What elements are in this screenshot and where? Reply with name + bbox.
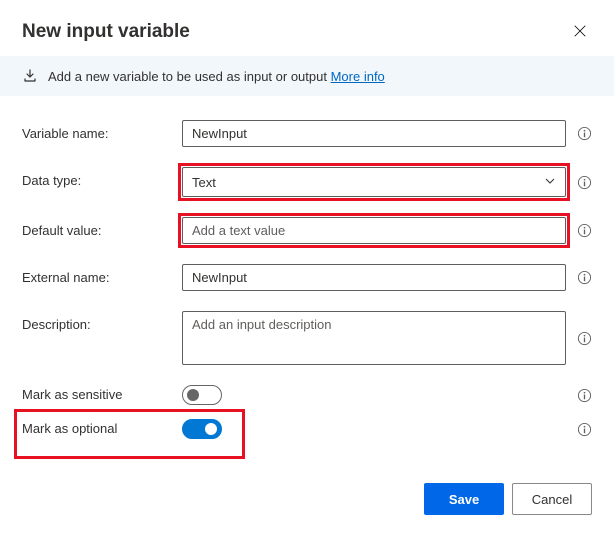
row-sensitive: Mark as sensitive <box>22 385 592 405</box>
toggle-knob <box>187 389 199 401</box>
mark-optional-toggle[interactable] <box>182 419 222 439</box>
row-optional: Mark as optional <box>22 419 592 439</box>
info-icon[interactable] <box>576 330 592 346</box>
close-button[interactable] <box>568 20 592 44</box>
close-icon <box>573 24 587 41</box>
default-value-input[interactable] <box>182 217 566 244</box>
label-variable-name: Variable name: <box>22 120 182 141</box>
info-icon[interactable] <box>576 387 592 403</box>
label-default-value: Default value: <box>22 217 182 238</box>
info-icon[interactable] <box>576 270 592 286</box>
import-icon <box>22 68 38 84</box>
label-external-name: External name: <box>22 264 182 285</box>
description-input[interactable] <box>182 311 566 365</box>
row-default-value: Default value: <box>22 217 592 244</box>
data-type-value: Text <box>192 175 216 190</box>
more-info-link[interactable]: More info <box>331 69 385 84</box>
info-icon[interactable] <box>576 421 592 437</box>
data-type-select[interactable]: Text <box>182 167 566 197</box>
cancel-button[interactable]: Cancel <box>512 483 592 515</box>
external-name-input[interactable] <box>182 264 566 291</box>
label-optional: Mark as optional <box>22 419 182 436</box>
save-button[interactable]: Save <box>424 483 504 515</box>
label-description: Description: <box>22 311 182 332</box>
label-data-type: Data type: <box>22 167 182 188</box>
dialog-title: New input variable <box>22 21 190 43</box>
info-bar: Add a new variable to be used as input o… <box>0 56 614 96</box>
row-external-name: External name: <box>22 264 592 291</box>
mark-sensitive-toggle[interactable] <box>182 385 222 405</box>
info-icon[interactable] <box>576 126 592 142</box>
label-sensitive: Mark as sensitive <box>22 385 182 402</box>
info-icon[interactable] <box>576 174 592 190</box>
variable-name-input[interactable] <box>182 120 566 147</box>
dialog-header: New input variable <box>0 0 614 56</box>
row-data-type: Data type: Text <box>22 167 592 197</box>
toggle-knob <box>205 423 217 435</box>
info-bar-text: Add a new variable to be used as input o… <box>48 69 385 84</box>
row-variable-name: Variable name: <box>22 120 592 147</box>
row-description: Description: <box>22 311 592 365</box>
info-icon[interactable] <box>576 223 592 239</box>
dialog-footer: Save Cancel <box>0 469 614 537</box>
form-body: Variable name: Data type: Text <box>0 96 614 469</box>
new-input-variable-dialog: New input variable Add a new variable to… <box>0 0 614 537</box>
chevron-down-icon <box>544 175 556 190</box>
